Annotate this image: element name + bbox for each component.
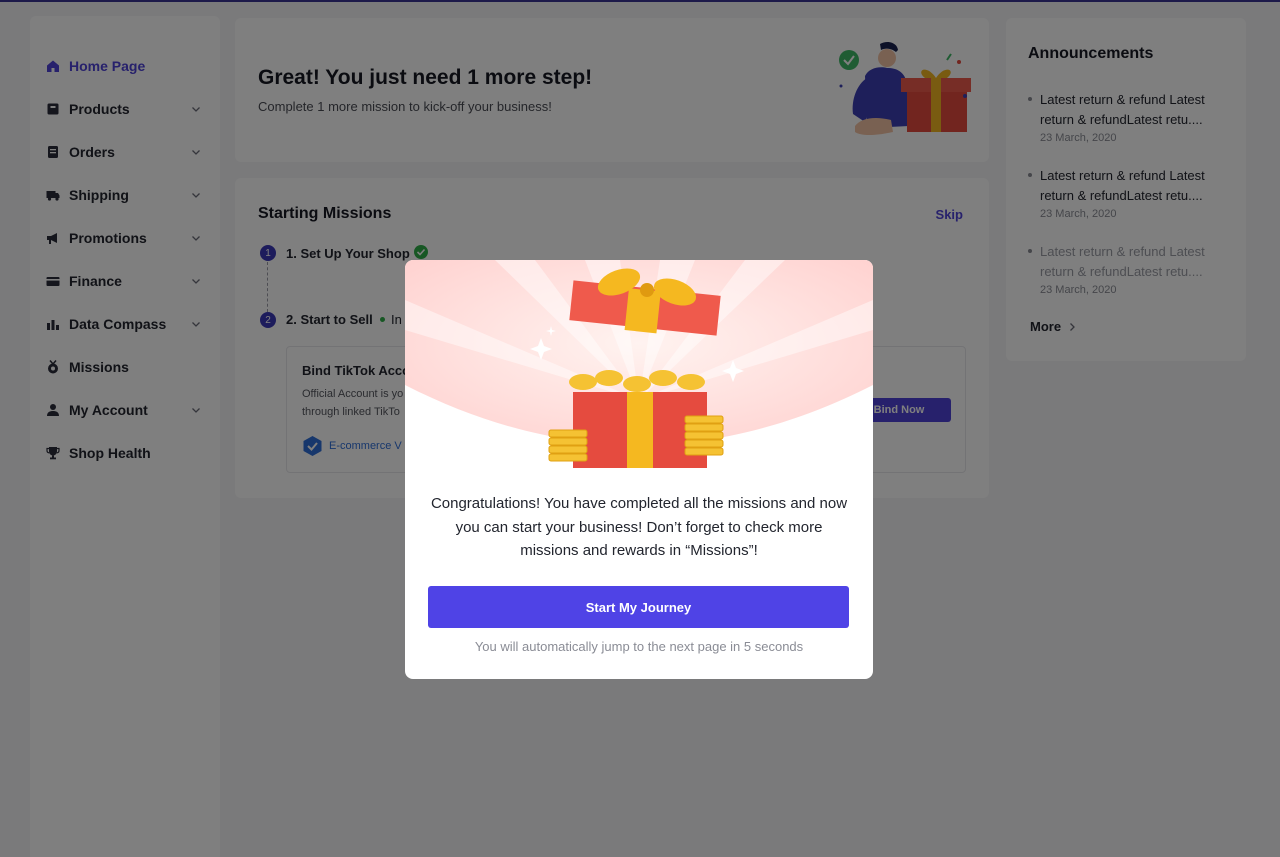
start-my-journey-button[interactable]: Start My Journey (428, 586, 849, 628)
congratulations-message: Congratulations! You have completed all … (430, 495, 848, 559)
congratulations-modal: Congratulations! You have completed all … (405, 260, 873, 679)
gift-reward-illustration (405, 260, 873, 468)
auto-redirect-note: You will automatically jump to the next … (474, 639, 804, 654)
